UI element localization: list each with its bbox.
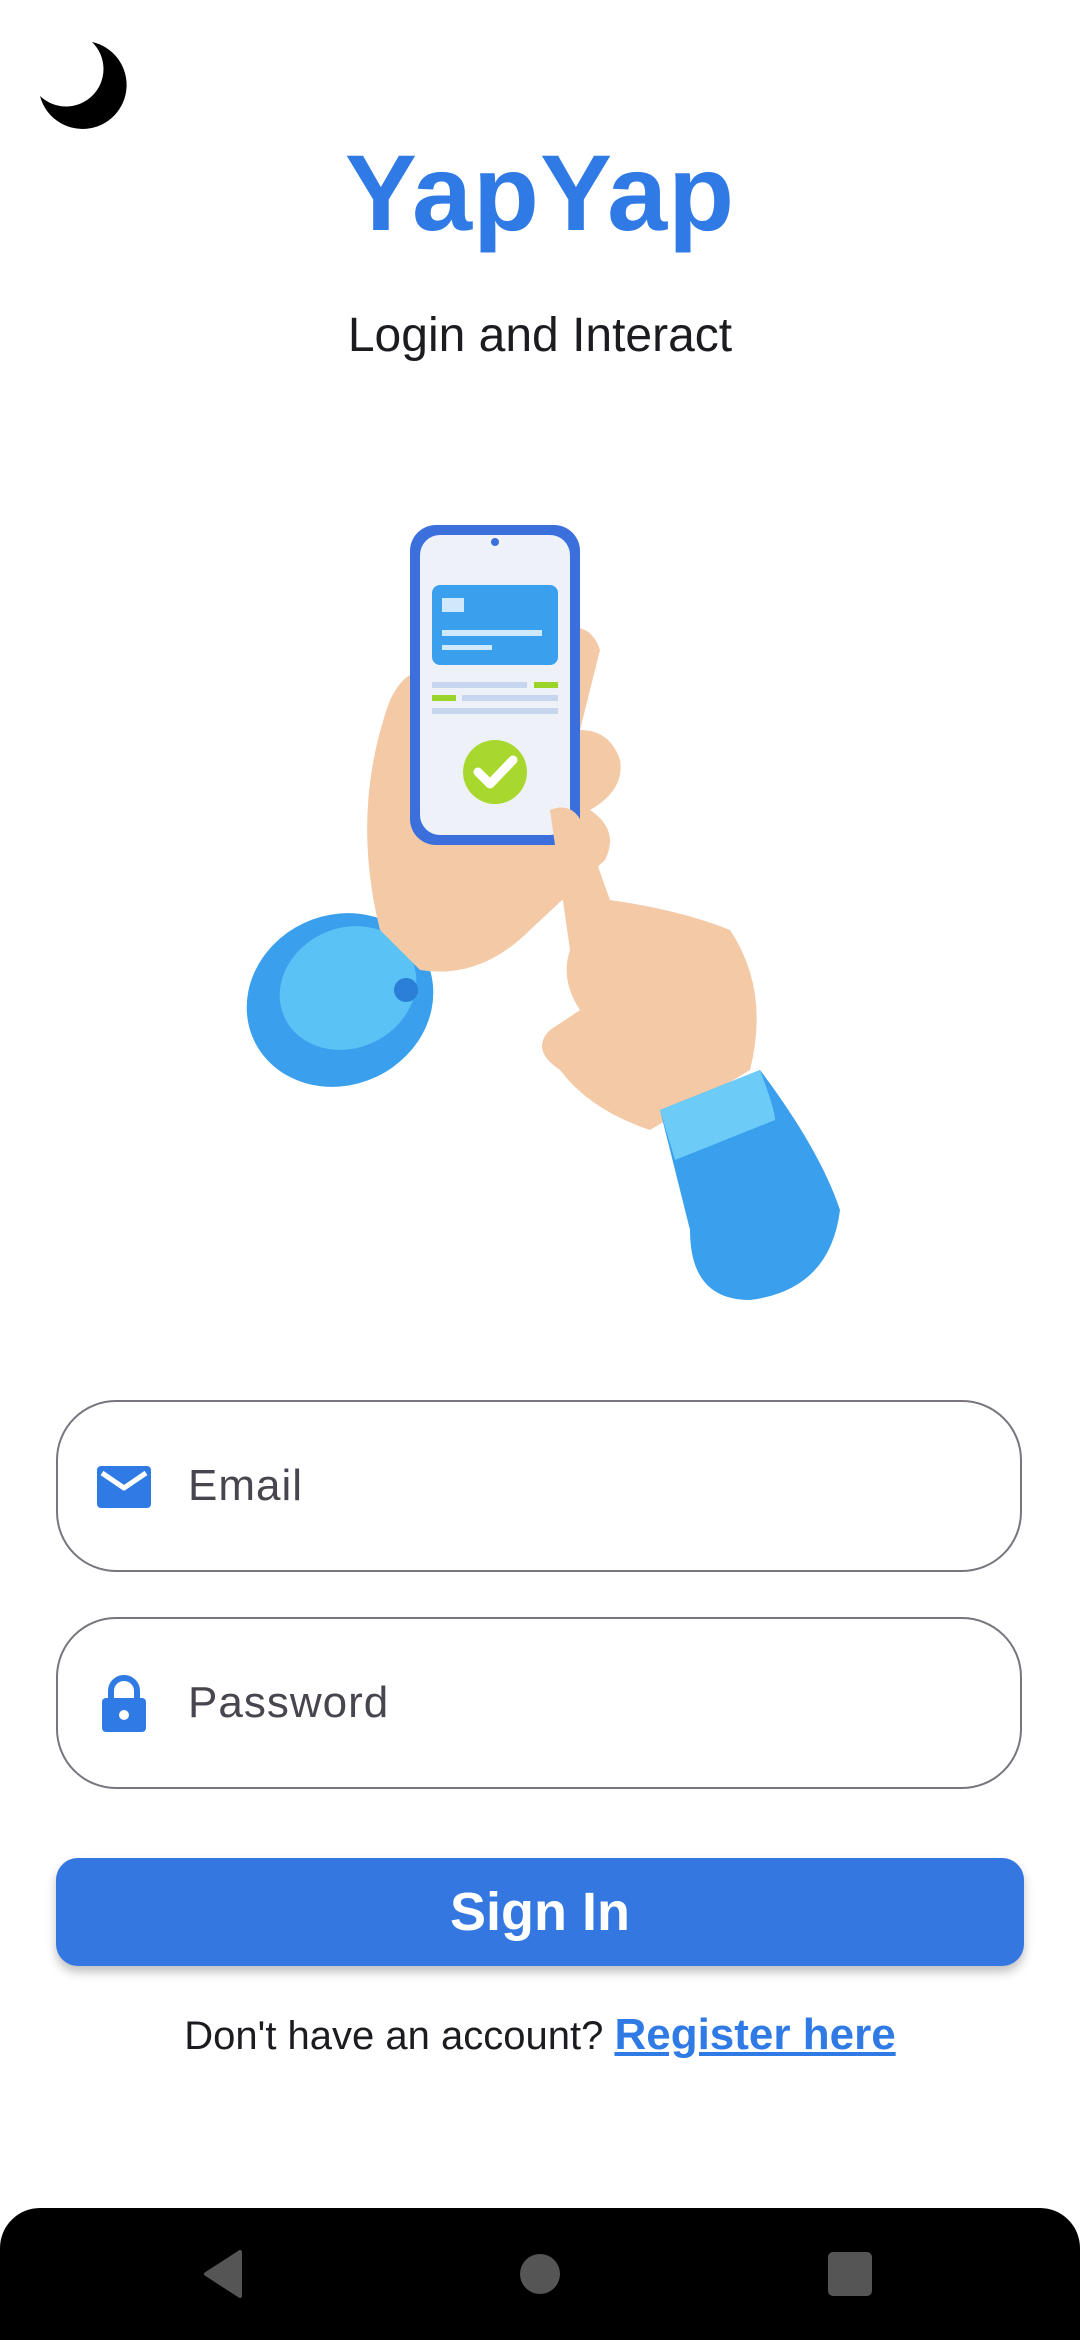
register-prompt-text: Don't have an account? [184, 2014, 615, 2058]
register-prompt: Don't have an account? Register here [0, 2010, 1080, 2060]
system-nav-bar [0, 2208, 1080, 2340]
theme-toggle-moon-icon[interactable] [34, 34, 134, 134]
lock-icon [94, 1673, 154, 1733]
mail-icon [94, 1456, 154, 1516]
app-title: YapYap [344, 132, 736, 253]
hand-phone-illustration [230, 510, 870, 1310]
password-input[interactable] [188, 1619, 988, 1787]
email-field[interactable] [56, 1400, 1022, 1572]
home-circle-icon[interactable] [508, 2242, 572, 2306]
back-triangle-icon[interactable] [194, 2242, 258, 2306]
register-link[interactable]: Register here [614, 2010, 895, 2059]
page-subtitle: Login and Interact [347, 309, 733, 362]
sign-in-button[interactable]: Sign In [56, 1858, 1024, 1966]
recents-square-icon[interactable] [818, 2242, 882, 2306]
email-input[interactable] [188, 1402, 988, 1570]
password-field[interactable] [56, 1617, 1022, 1789]
